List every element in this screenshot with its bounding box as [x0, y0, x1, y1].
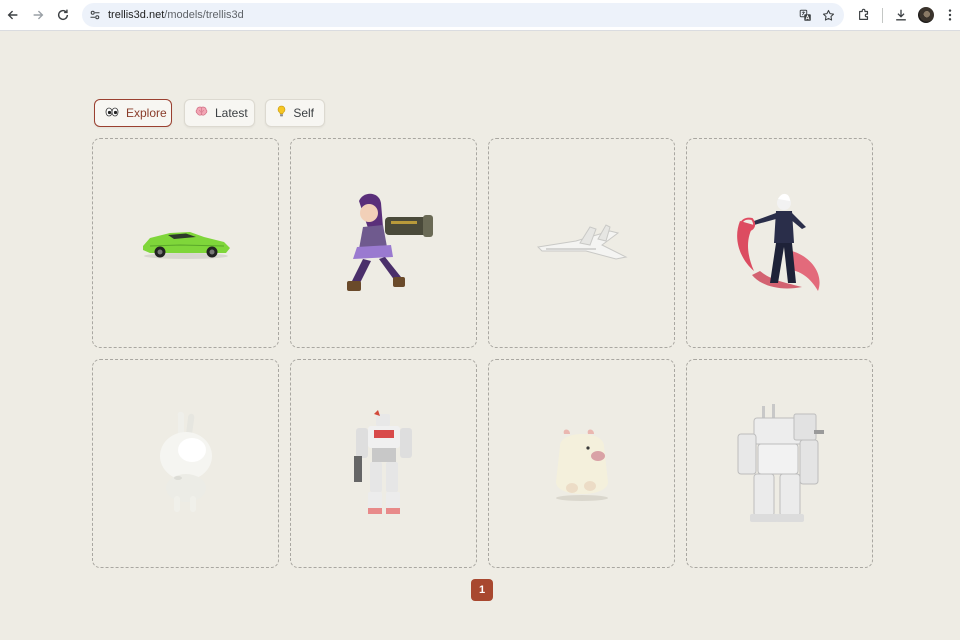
translate-button[interactable]: [796, 6, 814, 24]
tab-explore[interactable]: Explore: [94, 99, 172, 127]
bookmark-button[interactable]: [819, 6, 837, 24]
url-path: /models/trellis3d: [164, 9, 244, 21]
sports-car-thumbnail: [142, 232, 230, 259]
model-card-mecha[interactable]: [290, 359, 477, 568]
extensions-icon: [859, 8, 869, 20]
mecha-robot-thumbnail: [353, 409, 412, 514]
bunny-thumbnail: [159, 411, 212, 512]
download-icon: [896, 9, 906, 21]
forward-button[interactable]: [27, 4, 49, 26]
pagination-page-button[interactable]: 1: [471, 579, 493, 601]
anime-girl-thumbnail: [346, 193, 433, 291]
kebab-menu-icon: [948, 9, 952, 21]
url-text: trellis3d.net/models/trellis3d: [108, 8, 244, 22]
hamster-thumbnail: [555, 429, 608, 501]
forward-arrow-icon: [33, 10, 44, 20]
toolbar-divider: [882, 8, 883, 23]
eyes-icon: [105, 107, 119, 120]
tab-latest[interactable]: Latest: [184, 99, 255, 127]
brain-icon: [195, 106, 208, 120]
tab-self[interactable]: Self: [265, 99, 325, 127]
url-host: trellis3d.net: [108, 9, 165, 21]
browser-toolbar: trellis3d.net/models/trellis3d: [0, 0, 960, 31]
back-arrow-icon: [7, 10, 18, 20]
site-info-button[interactable]: [88, 8, 102, 22]
model-card-jet[interactable]: [488, 138, 675, 348]
model-card-bunny[interactable]: [92, 359, 279, 568]
model-card-anime-girl[interactable]: [290, 138, 477, 348]
translate-icon: [799, 9, 811, 21]
tab-explore-label: Explore: [126, 106, 167, 120]
site-info-icon: [90, 10, 100, 20]
white-mech-thumbnail: [737, 403, 824, 522]
model-card-sports-car[interactable]: [92, 138, 279, 348]
reload-icon: [57, 9, 69, 21]
fighter-thumbnail: [736, 193, 820, 291]
model-card-hamster[interactable]: [488, 359, 675, 568]
reload-button[interactable]: [52, 4, 74, 26]
extensions-button[interactable]: [854, 5, 874, 25]
downloads-button[interactable]: [891, 5, 911, 25]
browser-menu-button[interactable]: [940, 5, 960, 25]
model-card-white-mech[interactable]: [686, 359, 873, 568]
back-button[interactable]: [2, 4, 24, 26]
address-bar[interactable]: trellis3d.net/models/trellis3d: [82, 3, 844, 27]
jet-aircraft-thumbnail: [536, 224, 628, 260]
star-icon: [822, 9, 834, 21]
lightbulb-icon: [276, 105, 286, 121]
tab-latest-label: Latest: [215, 106, 248, 120]
model-card-fighter[interactable]: [686, 138, 873, 348]
profile-avatar[interactable]: [918, 7, 934, 23]
tab-self-label: Self: [293, 106, 314, 120]
